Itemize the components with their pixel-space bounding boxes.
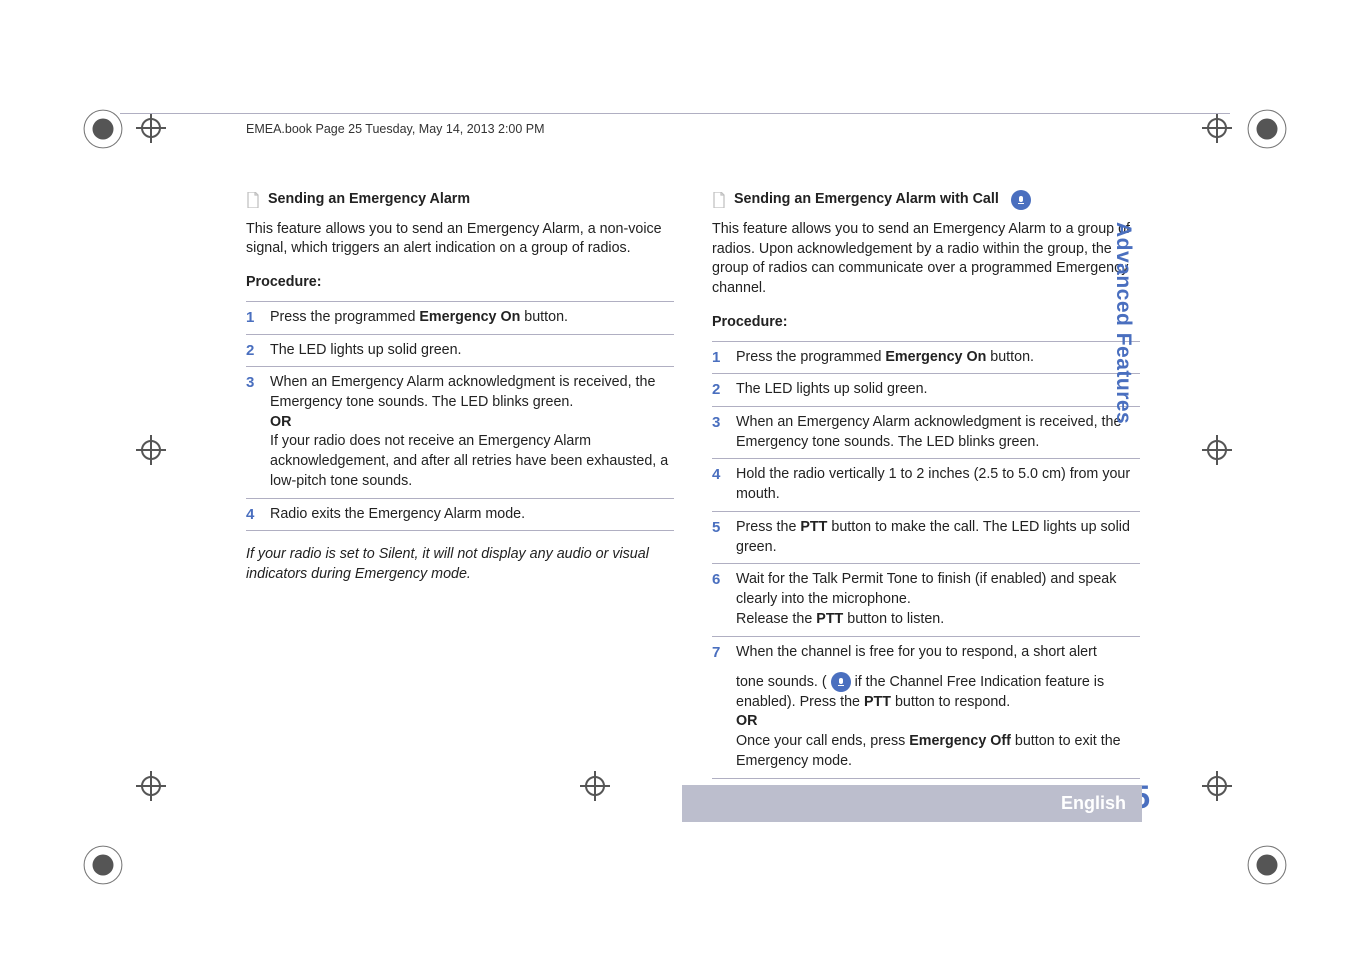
section-heading: Sending an Emergency Alarm with Call	[712, 190, 1140, 210]
reg-mark-icon	[82, 844, 124, 886]
reg-mark-icon	[82, 108, 124, 150]
reg-mark-icon	[1246, 108, 1288, 150]
crosshair-icon	[136, 435, 166, 465]
section-tab: Advanced Features	[1111, 222, 1135, 424]
left-column: Sending an Emergency Alarm This feature …	[246, 190, 674, 779]
step: Press the programmed Emergency On button…	[712, 341, 1140, 374]
language-footer: English	[682, 785, 1142, 822]
step: The LED lights up solid green.	[712, 373, 1140, 406]
step: When an Emergency Alarm acknowledgment i…	[712, 406, 1140, 458]
sidebar: Advanced Features 25	[1104, 222, 1142, 800]
left-title: Sending an Emergency Alarm	[268, 190, 470, 210]
left-intro: This feature allows you to send an Emerg…	[246, 220, 674, 259]
right-title: Sending an Emergency Alarm with Call	[734, 190, 999, 210]
crosshair-icon	[1202, 113, 1232, 143]
left-steps: Press the programmed Emergency On button…	[246, 301, 674, 531]
step: The LED lights up solid green.	[246, 334, 674, 367]
right-column: Sending an Emergency Alarm with Call Thi…	[712, 190, 1140, 779]
section-heading: Sending an Emergency Alarm	[246, 190, 674, 210]
crosshair-icon	[1202, 435, 1232, 465]
step: Press the PTT button to make the call. T…	[712, 511, 1140, 563]
procedure-label: Procedure:	[712, 313, 1140, 333]
step: Hold the radio vertically 1 to 2 inches …	[712, 458, 1140, 510]
step: When the channel is free for you to resp…	[712, 636, 1140, 779]
header-rule	[120, 113, 1230, 114]
book-header: EMEA.book Page 25 Tuesday, May 14, 2013 …	[246, 122, 545, 136]
crosshair-icon	[136, 771, 166, 801]
language-label: English	[1061, 793, 1126, 813]
procedure-label: Procedure:	[246, 273, 674, 293]
right-steps: Press the programmed Emergency On button…	[712, 341, 1140, 779]
call-icon	[1011, 190, 1031, 210]
crosshair-icon	[1202, 771, 1232, 801]
right-intro: This feature allows you to send an Emerg…	[712, 220, 1140, 299]
step: When an Emergency Alarm acknowledgment i…	[246, 366, 674, 497]
step: Wait for the Talk Permit Tone to finish …	[712, 563, 1140, 635]
left-note: If your radio is set to Silent, it will …	[246, 545, 674, 584]
reg-mark-icon	[1246, 844, 1288, 886]
page-icon	[712, 192, 726, 208]
crosshair-icon	[136, 113, 166, 143]
call-icon	[831, 672, 851, 692]
step: Radio exits the Emergency Alarm mode.	[246, 498, 674, 532]
page-icon	[246, 192, 260, 208]
step: Press the programmed Emergency On button…	[246, 301, 674, 334]
